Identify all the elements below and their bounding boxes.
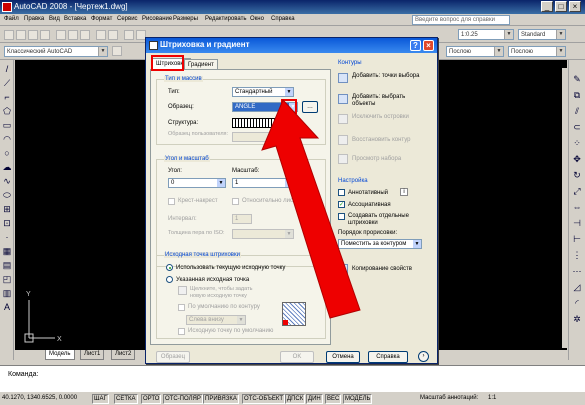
annotation-arrow <box>261 99 361 319</box>
